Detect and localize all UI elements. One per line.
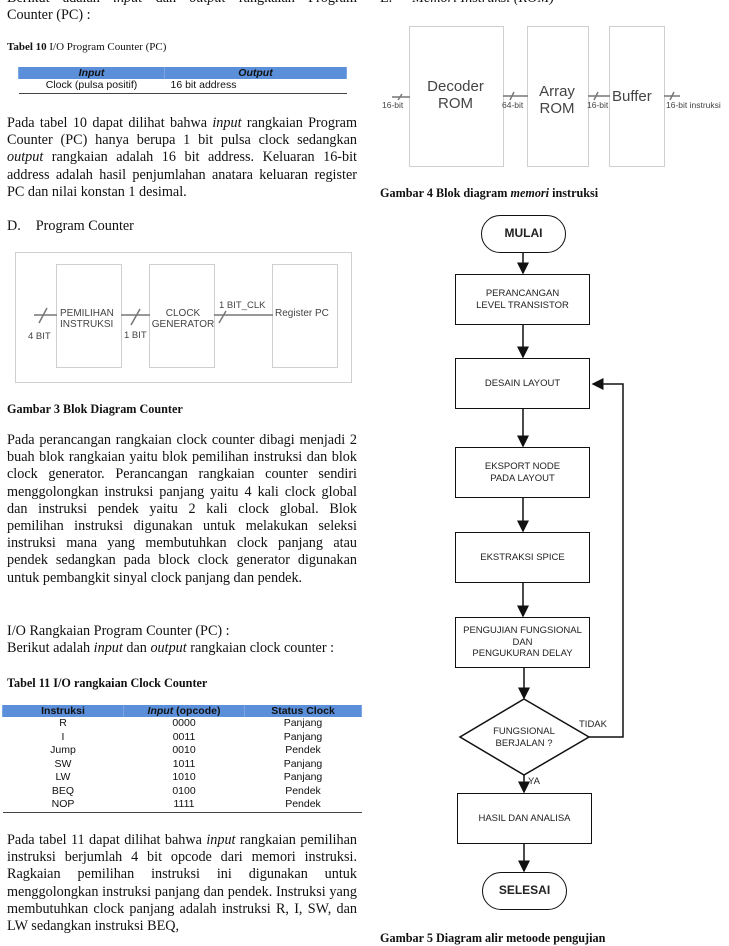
flowchart-end: SELESAI <box>482 872 567 910</box>
flowchart-decision-label: FUNGSIONAL BERJALAN ? <box>493 726 555 749</box>
flowchart-yes-label: YA <box>528 776 540 787</box>
flowchart-no-label: TIDAK <box>579 719 607 730</box>
flowchart-step-perancangan: PERANCANGAN LEVEL TRANSISTOR <box>455 274 590 325</box>
flowchart-step-desain-layout: DESAIN LAYOUT <box>455 358 590 409</box>
flowchart-start: MULAI <box>481 215 566 253</box>
flowchart-step-ekstraksi-spice: EKSTRAKSI SPICE <box>455 532 590 583</box>
flowchart-step-hasil: HASIL DAN ANALISA <box>457 793 592 844</box>
figure5-caption: Gambar 5 Diagram alir metoode pengujian <box>380 931 606 945</box>
flowchart-connectors <box>458 253 624 873</box>
flowchart-step-pengujian: PENGUJIAN FUNGSIONAL DAN PENGUKURAN DELA… <box>455 617 590 668</box>
flowchart-step-eksport-node: EKSPORT NODE PADA LAYOUT <box>455 447 590 498</box>
